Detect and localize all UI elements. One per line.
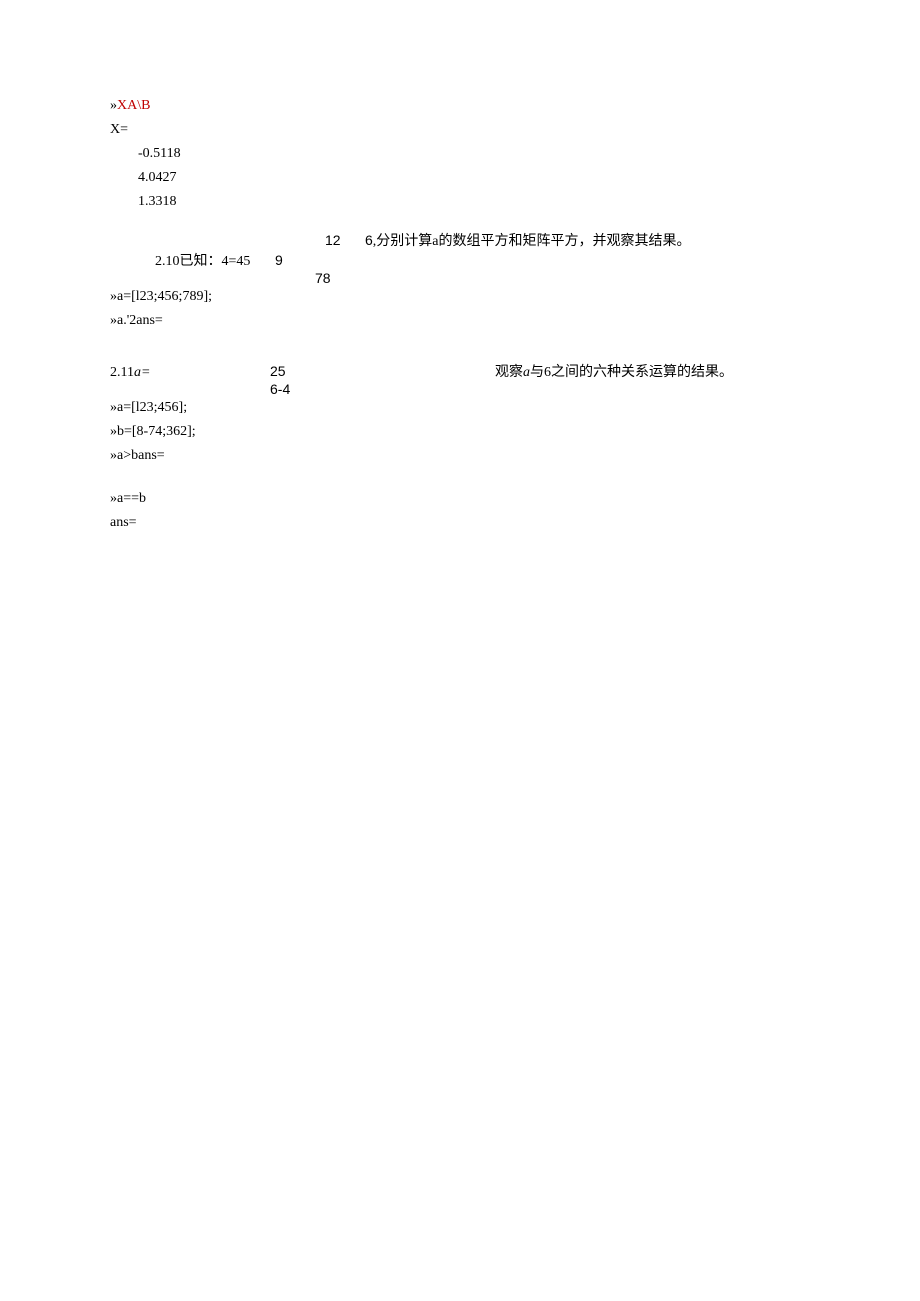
code-line: »a.'2ans=: [110, 310, 810, 331]
question-label: 2.11a=: [110, 365, 270, 381]
question-text: 观察a与6之间的六种关系运算的结果。: [495, 361, 733, 381]
code-line: »b=[8-74;362];: [110, 421, 810, 442]
question-label: 2.10已知：4=45: [155, 250, 275, 270]
code-line: »a=[l23;456;789];: [110, 286, 810, 307]
matrix-num: 25: [270, 363, 495, 379]
red-text: XA\B: [117, 98, 150, 113]
code-line: »XA\B: [110, 95, 810, 116]
matrix-num: 6-4: [270, 381, 290, 397]
matrix-num: 78: [315, 270, 331, 286]
code-line: ans=: [110, 512, 810, 533]
prefix: »: [110, 98, 117, 113]
code-line: »a>bans=: [110, 445, 810, 466]
question-210: 12 6,分别计算a的数组平方和矩阵平方，并观察其结果。 2.10已知：4=45…: [110, 230, 810, 331]
output-value: -0.5118: [110, 143, 810, 164]
code-line: »a==b: [110, 488, 810, 509]
output-value: 1.3318: [110, 191, 810, 212]
code-line: »a=[l23;456];: [110, 397, 810, 418]
question-211: 2.11a= 25 观察a与6之间的六种关系运算的结果。 6-4 »a=[l23…: [110, 361, 810, 533]
output-value: 4.0427: [110, 167, 810, 188]
question-text: 6,分别计算a的数组平方和矩阵平方，并观察其结果。: [365, 230, 691, 250]
output-label: X=: [110, 119, 810, 140]
matrix-num: 9: [275, 252, 283, 268]
matrix-num: 12: [325, 232, 365, 248]
